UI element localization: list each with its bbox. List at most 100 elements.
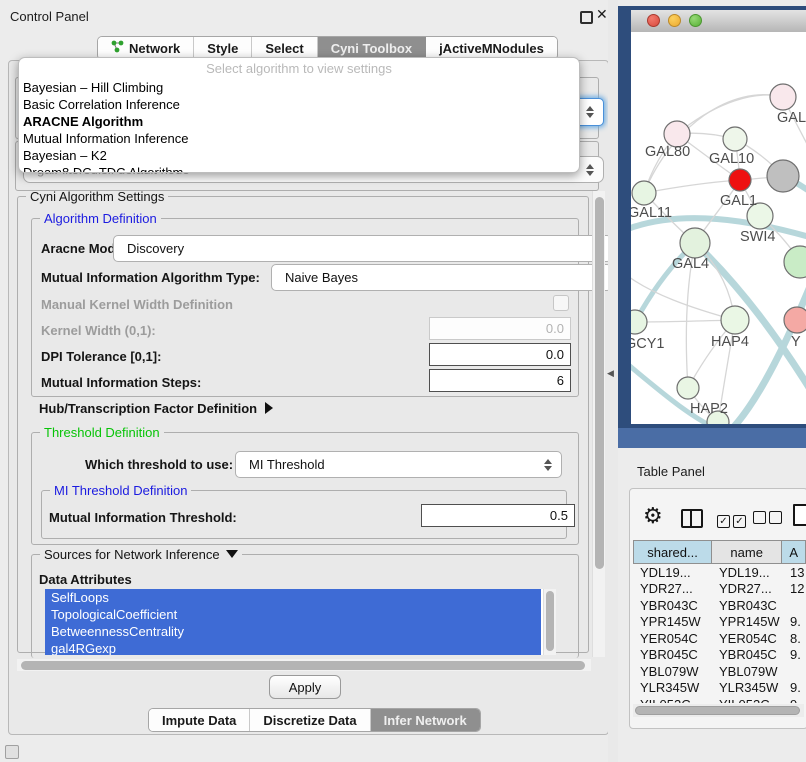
which-threshold-combo[interactable]: MI Threshold (235, 451, 562, 478)
dropdown-item-basic-correlation-inference[interactable]: Basic Correlation Inference (19, 96, 579, 113)
node-big-green[interactable] (784, 246, 806, 278)
dpi-tolerance-field[interactable]: 0.0 (429, 343, 571, 366)
table-row[interactable]: YPR145WYPR145W9. (633, 614, 806, 631)
tab-cyni-toolbox[interactable]: Cyni Toolbox (318, 37, 426, 59)
manual-kernel-label: Manual Kernel Width Definition (41, 297, 233, 312)
tab-impute-data[interactable]: Impute Data (149, 709, 250, 731)
table-row[interactable]: YBR045CYBR045C9. (633, 647, 806, 664)
table-cell: YDL19... (633, 565, 719, 580)
tab-label: Impute Data (162, 713, 236, 728)
node-gal10[interactable] (723, 127, 747, 151)
close-window-icon[interactable] (647, 14, 660, 27)
columns-icon[interactable] (681, 509, 703, 528)
tab-jactivemnodules[interactable]: jActiveMNodules (426, 37, 557, 59)
dropdown-item-aracne-algorithm[interactable]: ARACNE Algorithm (19, 113, 579, 130)
network-edge (635, 320, 735, 322)
column-header-a[interactable]: A (782, 541, 805, 563)
splitter-collapse-icon[interactable]: ◀ (607, 368, 614, 379)
mi-steps-field[interactable]: 6 (429, 369, 571, 392)
mi-type-combo[interactable]: Naive Bayes (271, 264, 612, 291)
node-gal4[interactable] (680, 228, 710, 258)
mi-threshold-label: Mutual Information Threshold: (49, 510, 237, 525)
tab-label: Select (265, 41, 303, 56)
control-panel-title: Control Panel (10, 9, 89, 24)
node-label-hap2: HAP2 (690, 401, 728, 417)
panel-resize-handle[interactable] (5, 745, 19, 759)
zoom-window-icon[interactable] (689, 14, 702, 27)
node-label-gal-cut: GAL (777, 110, 806, 126)
node-gal1[interactable] (729, 169, 751, 191)
tab-label: Infer Network (384, 713, 467, 728)
kernel-width-field[interactable]: 0.0 (429, 317, 571, 340)
dropdown-item-bayesian-k2[interactable]: Bayesian – K2 (19, 147, 579, 164)
dropdown-item-dream8-dc-tdc-algorithm[interactable]: Dream8 DC_TDC Algorithm (19, 164, 579, 173)
attr-item-selfloops[interactable]: SelfLoops (45, 589, 541, 606)
dropdown-item-bayesian-hill-climbing[interactable]: Bayesian – Hill Climbing (19, 79, 579, 96)
network-edge-thick (729, 284, 806, 424)
mi-type-value: Naive Bayes (285, 270, 358, 285)
export-table-icon[interactable] (793, 504, 806, 526)
select-all-icon[interactable]: ✓✓ (717, 511, 749, 529)
node-label-gal1: GAL1 (720, 193, 757, 209)
column-header-shared[interactable]: shared... (634, 541, 712, 563)
tab-label: Cyni Toolbox (331, 41, 412, 56)
column-header-name[interactable]: name (712, 541, 782, 563)
desktop-background (618, 428, 806, 448)
tab-style[interactable]: Style (194, 37, 252, 59)
settings-vscrollbar[interactable] (592, 191, 605, 657)
table-hscrollbar[interactable] (633, 704, 804, 717)
table-cell: 8. (790, 631, 801, 646)
manual-kernel-checkbox[interactable] (553, 295, 569, 311)
table-cell: YIL052C (633, 697, 719, 703)
table-row[interactable]: YDR27...YDR27...12 (633, 581, 806, 598)
node-hap4[interactable] (721, 306, 749, 334)
bottom-tabbar: Impute Data Discretize Data Infer Network (148, 708, 481, 732)
tab-network[interactable]: Network (98, 37, 194, 59)
algorithm-dropdown-popup: Select algorithm to view settings Bayesi… (18, 57, 580, 173)
attr-item-topologicalcoefficient[interactable]: TopologicalCoefficient (45, 606, 541, 623)
settings-hscrollbar[interactable] (17, 659, 591, 671)
panel-splitter[interactable] (608, 0, 618, 762)
tab-discretize-data[interactable]: Discretize Data (250, 709, 370, 731)
minimize-window-icon[interactable] (668, 14, 681, 27)
table-cell: YDL19... (719, 565, 790, 580)
attr-item-gal4rgexp[interactable]: gal4RGexp (45, 640, 541, 655)
table-cell: YBR043C (719, 598, 790, 613)
node-gcy1[interactable] (631, 310, 647, 334)
tab-select[interactable]: Select (252, 37, 317, 59)
node-gal11[interactable] (632, 181, 656, 205)
attr-list-scrollbar[interactable] (543, 589, 556, 655)
kernel-width-label: Kernel Width (0,1): (41, 323, 156, 338)
node-label-gal11: GAL11 (631, 205, 672, 221)
close-panel-icon[interactable]: ✕ (596, 6, 608, 23)
network-window-titlebar[interactable] (631, 10, 806, 33)
attr-item-betweennesscentrality[interactable]: BetweennessCentrality (45, 623, 541, 640)
aracne-mode-combo[interactable]: Discovery (113, 235, 612, 262)
sources-expander[interactable]: Sources for Network Inference (40, 547, 242, 562)
table-row[interactable]: YBL079WYBL079W (633, 663, 806, 680)
table-cell: YLR345W (633, 680, 719, 695)
node-gray-node[interactable] (767, 160, 799, 192)
gear-icon[interactable]: ⚙ (643, 505, 663, 528)
node-salmon-cut[interactable] (784, 307, 806, 333)
mi-type-label: Mutual Information Algorithm Type: (41, 270, 260, 285)
network-canvas[interactable]: GALGAL80GAL10GAL1GAL11SWI4GAL4GCY1HAP4YH… (631, 32, 806, 424)
apply-button[interactable]: Apply (269, 675, 341, 699)
node-hap2[interactable] (677, 377, 699, 399)
table-cell: YDR27... (719, 581, 790, 596)
table-row[interactable]: YER054CYER054C8. (633, 630, 806, 647)
tab-infer-network[interactable]: Infer Network (371, 709, 480, 731)
float-panel-icon[interactable] (580, 11, 593, 24)
table-row[interactable]: YDL19...YDL19...13 (633, 564, 806, 581)
node-gal-cut[interactable] (770, 84, 796, 110)
table-row[interactable]: YBR043CYBR043C (633, 597, 806, 614)
dropdown-placeholder: Select algorithm to view settings (19, 58, 579, 79)
hub-definition-expander[interactable]: Hub/Transcription Factor Definition (39, 399, 273, 417)
deselect-all-icon[interactable] (753, 511, 785, 529)
table-row[interactable]: YIL052CYIL052C9 (633, 696, 806, 703)
mi-threshold-field[interactable]: 0.5 (421, 504, 575, 527)
table-row[interactable]: YLR345WYLR345W9. (633, 680, 806, 697)
dropdown-item-mutual-information-inference[interactable]: Mutual Information Inference (19, 130, 579, 147)
network-graph[interactable]: GALGAL80GAL10GAL1GAL11SWI4GAL4GCY1HAP4YH… (631, 32, 806, 424)
data-attributes-list[interactable]: SelfLoopsTopologicalCoefficientBetweenne… (45, 589, 555, 655)
